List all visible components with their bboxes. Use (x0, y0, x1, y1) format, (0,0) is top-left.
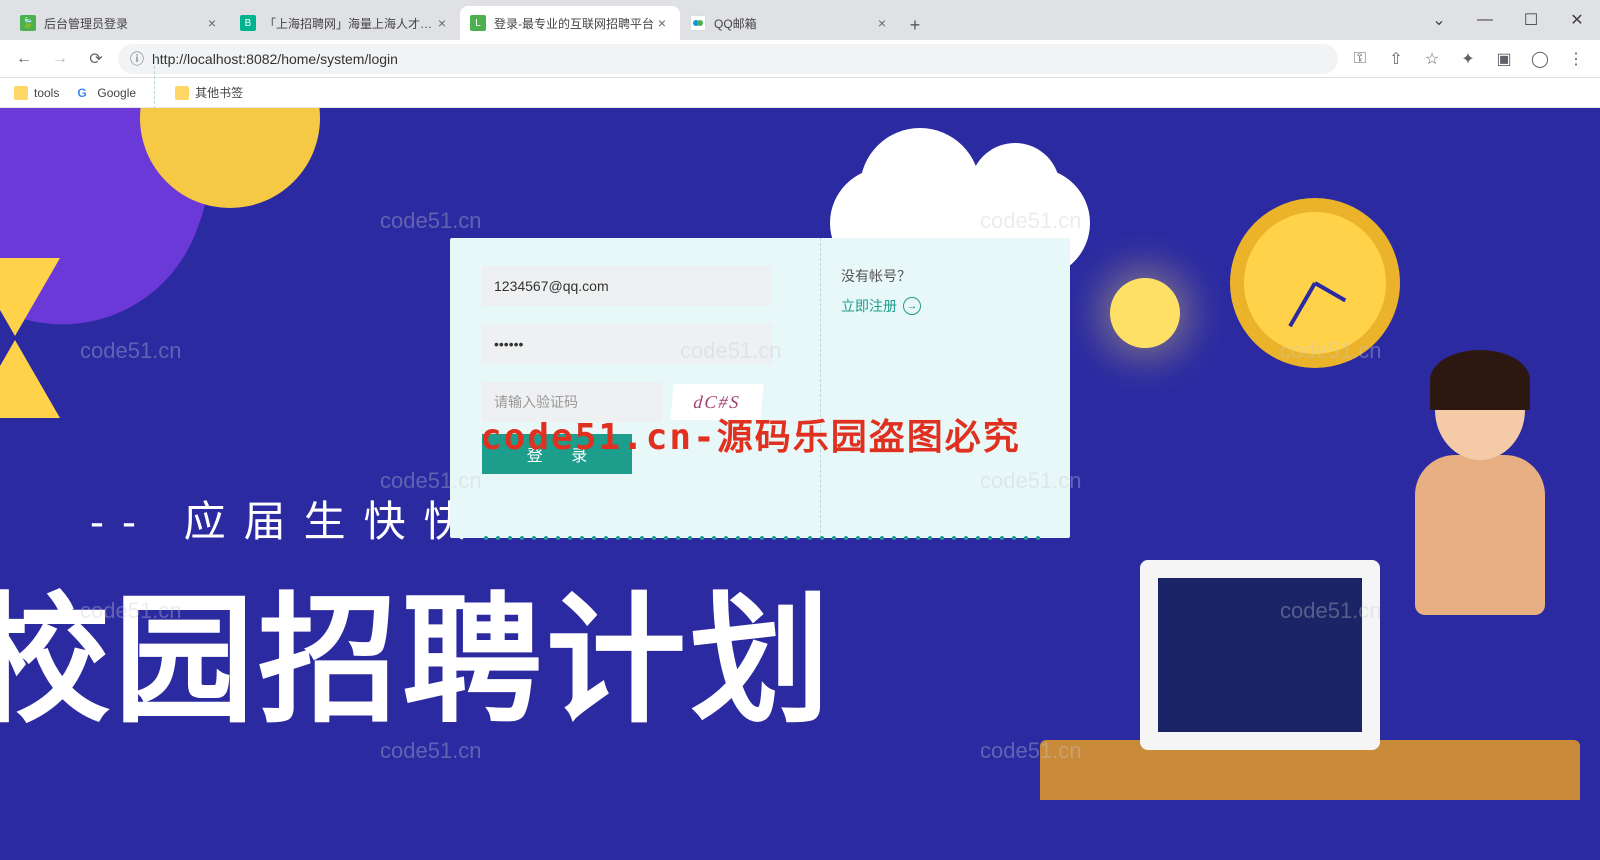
monitor-illustration (1140, 560, 1380, 750)
tab-shanghai[interactable]: B 「上海招聘网」海量上海人才招聘 × (230, 6, 460, 40)
close-icon[interactable]: × (654, 15, 670, 31)
person-illustration (1400, 360, 1560, 660)
username-input[interactable] (482, 266, 772, 306)
tab-title: 「上海招聘网」海量上海人才招聘 (264, 15, 434, 32)
window-dropdown-icon[interactable]: ⌄ (1416, 0, 1462, 40)
clock-icon (1230, 198, 1400, 368)
l-icon: L (470, 15, 486, 31)
close-icon[interactable]: × (204, 15, 220, 31)
tab-admin[interactable]: 🍃 后台管理员登录 × (10, 6, 230, 40)
login-button[interactable]: 登 录 (482, 434, 632, 474)
no-account-label: 没有帐号？ (841, 266, 1050, 286)
login-card: dC#S 登 录 没有帐号？ 立即注册 → (450, 238, 1070, 538)
forward-button[interactable]: → (46, 45, 74, 73)
back-button[interactable]: ← (10, 45, 38, 73)
register-text: 立即注册 (841, 296, 897, 316)
tab-title: 登录-最专业的互联网招聘平台 (494, 15, 654, 32)
site-info-icon[interactable]: ⓘ (130, 49, 144, 69)
bookmark-label: tools (34, 86, 59, 100)
window-maximize-icon[interactable]: ☐ (1508, 0, 1554, 40)
bookmark-tools[interactable]: tools (14, 86, 59, 100)
window-close-icon[interactable]: ✕ (1554, 0, 1600, 40)
captcha-input[interactable] (482, 382, 662, 422)
folder-icon (175, 86, 189, 100)
tab-qqmail[interactable]: QQ邮箱 × (680, 6, 900, 40)
slogan-small-text: 应届生快快 (184, 498, 484, 545)
qq-icon (690, 15, 706, 31)
watermark: code51.cn (380, 208, 482, 234)
tab-title: QQ邮箱 (714, 15, 874, 32)
close-icon[interactable]: × (874, 15, 890, 31)
window-minimize-icon[interactable]: — (1462, 0, 1508, 40)
login-form: dC#S 登 录 (450, 238, 820, 538)
leaf-icon: 🍃 (20, 15, 36, 31)
captcha-image[interactable]: dC#S (670, 384, 763, 420)
password-input[interactable] (482, 324, 772, 364)
lightbulb-icon (1110, 278, 1180, 348)
register-link[interactable]: 立即注册 → (841, 296, 1050, 316)
browser-titlebar: 🍃 后台管理员登录 × B 「上海招聘网」海量上海人才招聘 × L 登录-最专业… (0, 0, 1600, 40)
reload-button[interactable]: ⟳ (82, 45, 110, 73)
slogan-small: -- 应届生快快 (90, 488, 484, 549)
arrow-right-icon: → (903, 297, 921, 315)
register-panel: 没有帐号？ 立即注册 → (820, 238, 1070, 538)
google-icon: G (77, 86, 91, 100)
bookmark-label: 其他书签 (195, 84, 243, 101)
bookmark-label: Google (97, 86, 136, 100)
tab-login[interactable]: L 登录-最专业的互联网招聘平台 × (460, 6, 680, 40)
tab-title: 后台管理员登录 (44, 15, 204, 32)
bookmark-google[interactable]: G Google (77, 86, 136, 100)
close-icon[interactable]: × (434, 15, 450, 31)
page-content: -- 应届生快快 校园招聘计划 dC#S 登 录 没有帐号？ 立即注册 → co… (0, 108, 1600, 860)
slogan-prefix: -- (90, 498, 154, 545)
watermark: code51.cn (80, 338, 182, 364)
hourglass-icon (0, 258, 60, 418)
slogan-big: 校园招聘计划 (0, 548, 834, 750)
new-tab-button[interactable]: + (900, 10, 930, 40)
folder-icon (14, 86, 28, 100)
b-icon: B (240, 15, 256, 31)
bookmarks-bar: tools G Google 其他书签 (0, 78, 1600, 108)
